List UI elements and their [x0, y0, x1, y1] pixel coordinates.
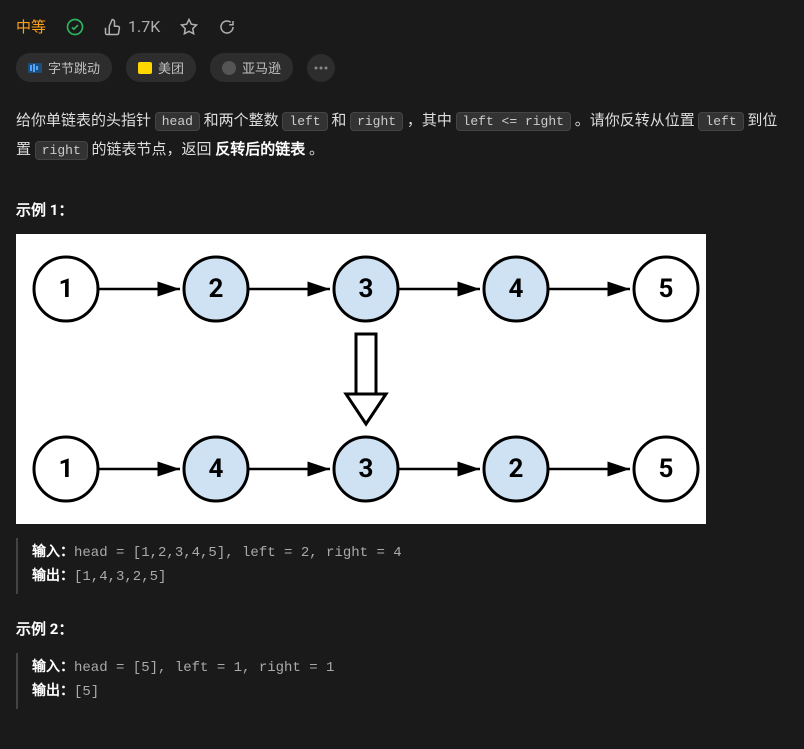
company-tags: 字节跳动 美团 亚马逊: [16, 53, 788, 82]
example1-title: 示例 1：: [16, 199, 788, 220]
like-count: 1.7K: [128, 17, 160, 36]
problem-description: 给你单链表的头指针 head 和两个整数 left 和 right ，其中 le…: [16, 106, 788, 163]
example1-block: 输入：head = [1,2,3,4,5], left = 2, right =…: [16, 538, 788, 594]
svg-text:3: 3: [359, 274, 374, 304]
output-label: 输出：: [32, 684, 74, 700]
svg-text:2: 2: [209, 274, 224, 304]
tag-amazon[interactable]: 亚马逊: [210, 53, 293, 82]
code-left2: left: [698, 112, 743, 131]
tag-label: 字节跳动: [48, 58, 100, 77]
input-value: head = [5], left = 1, right = 1: [74, 660, 334, 676]
star-button[interactable]: [180, 18, 198, 36]
input-label: 输入：: [32, 545, 74, 561]
svg-text:5: 5: [659, 454, 674, 484]
svg-text:3: 3: [359, 454, 374, 484]
tag-label: 美团: [158, 58, 184, 77]
code-constraint: left <= right: [456, 112, 571, 131]
example1-diagram: 1 2 3 4 5 1 4 3 2 5: [16, 234, 706, 524]
example2-block: 输入：head = [5], left = 1, right = 1 输出：[5…: [16, 653, 788, 709]
svg-text:2: 2: [509, 454, 524, 484]
tag-meituan[interactable]: 美团: [126, 53, 196, 82]
output-label: 输出：: [32, 569, 74, 585]
more-tags-button[interactable]: [307, 54, 335, 82]
share-button[interactable]: [218, 18, 236, 36]
difficulty-label: 中等: [16, 16, 46, 37]
code-right: right: [350, 112, 403, 131]
like-button[interactable]: 1.7K: [104, 17, 160, 36]
svg-text:4: 4: [209, 454, 224, 484]
tag-bytedance[interactable]: 字节跳动: [16, 53, 112, 82]
bold-result: 反转后的链表: [215, 140, 305, 158]
svg-text:5: 5: [659, 274, 674, 304]
code-left: left: [282, 112, 327, 131]
amazon-icon: [222, 61, 236, 75]
output-value: [1,4,3,2,5]: [74, 569, 166, 585]
svg-text:4: 4: [509, 274, 524, 304]
meituan-icon: [138, 62, 152, 74]
example2-title: 示例 2：: [16, 618, 788, 639]
header-row: 中等 1.7K: [16, 16, 788, 37]
output-value: [5]: [74, 684, 99, 700]
svg-text:1: 1: [59, 274, 74, 304]
bytedance-icon: [28, 63, 42, 73]
code-head: head: [155, 112, 200, 131]
input-value: head = [1,2,3,4,5], left = 2, right = 4: [74, 545, 402, 561]
tag-label: 亚马逊: [242, 58, 281, 77]
code-right2: right: [35, 141, 88, 160]
solved-check-icon: [66, 18, 84, 36]
svg-text:1: 1: [59, 454, 74, 484]
input-label: 输入：: [32, 660, 74, 676]
